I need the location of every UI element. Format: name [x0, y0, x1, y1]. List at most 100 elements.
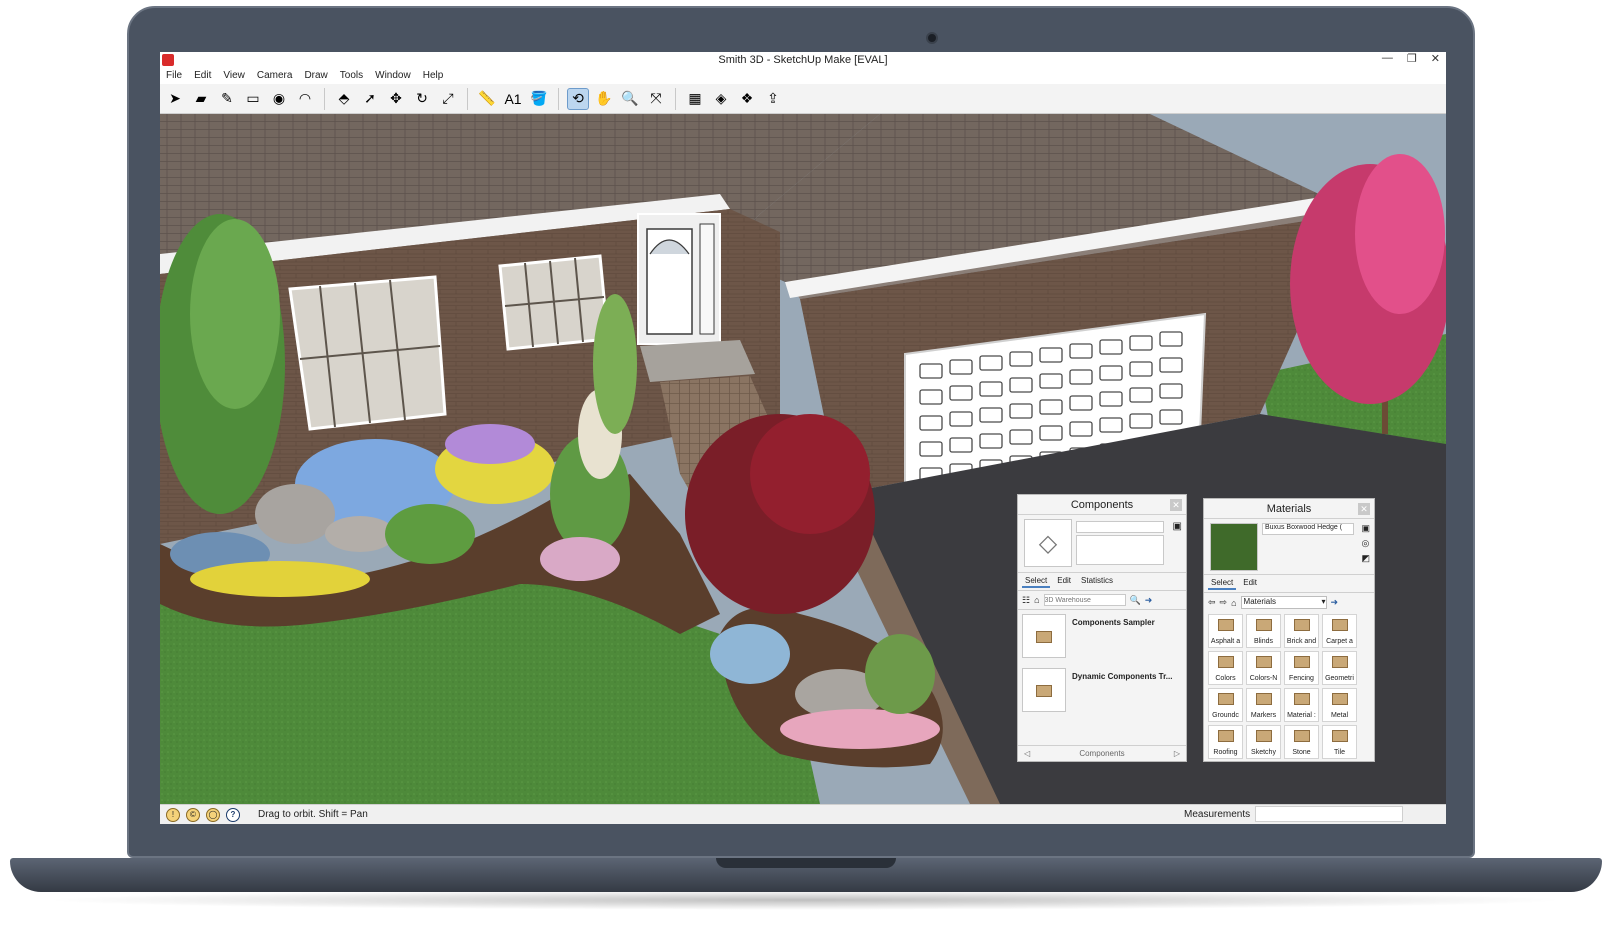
- forward-arrow-icon[interactable]: ⇨: [1220, 597, 1228, 608]
- back-arrow-icon[interactable]: ◁: [1024, 749, 1030, 758]
- components-icon[interactable]: ❖: [736, 88, 758, 110]
- sketchup-window: Smith 3D - SketchUp Make [EVAL] — ❐ ✕ Fi…: [160, 52, 1446, 824]
- component-preview-icon: ◇: [1024, 519, 1072, 567]
- send-to-layout-icon[interactable]: ⇪: [762, 88, 784, 110]
- folder-icon: [1217, 693, 1234, 705]
- material-folder[interactable]: Roofing: [1208, 725, 1243, 759]
- display-secondary-icon[interactable]: ▣: [1173, 521, 1182, 532]
- home-icon[interactable]: ⌂: [1034, 595, 1039, 605]
- rotate-tool[interactable]: ↻: [411, 88, 433, 110]
- tab-statistics[interactable]: Statistics: [1078, 575, 1116, 588]
- close-icon[interactable]: ✕: [1431, 52, 1440, 65]
- component-description-field[interactable]: [1076, 535, 1164, 565]
- menu-tools[interactable]: Tools: [340, 70, 363, 84]
- menu-view[interactable]: View: [223, 70, 245, 84]
- pencil-line-tool[interactable]: ✎: [216, 88, 238, 110]
- zoom-tool[interactable]: 🔍: [619, 88, 641, 110]
- status-hint: Drag to orbit. Shift = Pan: [258, 809, 368, 820]
- components-panel-title: Components: [1070, 498, 1134, 511]
- search-icon[interactable]: 🔍: [1130, 595, 1141, 606]
- material-swatch-preview: [1210, 523, 1258, 571]
- home-icon[interactable]: ⌂: [1231, 598, 1236, 608]
- tab-edit[interactable]: Edit: [1054, 575, 1074, 588]
- list-item[interactable]: Components Sampler: [1022, 614, 1182, 664]
- front-door: [637, 213, 721, 345]
- material-folder[interactable]: Brick and: [1284, 614, 1319, 648]
- warehouse-search-input[interactable]: [1043, 594, 1126, 606]
- tab-edit[interactable]: Edit: [1240, 577, 1260, 590]
- default-material-icon[interactable]: ◩: [1361, 553, 1370, 564]
- select-tool[interactable]: ➤: [164, 88, 186, 110]
- material-folder[interactable]: Tile: [1322, 725, 1357, 759]
- material-collection-select[interactable]: Materials ▾: [1240, 596, 1327, 609]
- material-folder[interactable]: Colors-N: [1246, 651, 1281, 685]
- folder-icon: [1217, 656, 1234, 668]
- menu-camera[interactable]: Camera: [257, 70, 293, 84]
- component-name-field[interactable]: [1076, 521, 1164, 533]
- move-tool[interactable]: ✥: [385, 88, 407, 110]
- folder-icon: [1022, 614, 1066, 658]
- folder-icon: [1293, 693, 1310, 705]
- follow-me-tool[interactable]: ➚: [359, 88, 381, 110]
- list-item[interactable]: Dynamic Components Tr...: [1022, 668, 1182, 718]
- view-options-icon[interactable]: ☷: [1022, 595, 1030, 606]
- circle-tool[interactable]: ◉: [268, 88, 290, 110]
- tape-measure-tool[interactable]: 📏: [476, 88, 498, 110]
- left-window: [288, 275, 447, 431]
- window-controls: — ❐ ✕: [1382, 52, 1440, 65]
- measurements-input[interactable]: [1255, 806, 1403, 822]
- scale-tool[interactable]: ⤢: [437, 88, 459, 110]
- menu-edit[interactable]: Edit: [194, 70, 211, 84]
- zoom-extents-tool[interactable]: ⤧: [645, 88, 667, 110]
- forward-arrow-icon[interactable]: ▷: [1174, 749, 1180, 758]
- material-folder[interactable]: Geometri: [1322, 651, 1357, 685]
- material-folder[interactable]: Stone: [1284, 725, 1319, 759]
- help-icon[interactable]: ?: [226, 807, 240, 822]
- restore-icon[interactable]: ❐: [1407, 52, 1417, 65]
- extension-warehouse-icon[interactable]: ◈: [710, 88, 732, 110]
- tab-select[interactable]: Select: [1208, 577, 1237, 590]
- menu-draw[interactable]: Draw: [304, 70, 327, 84]
- material-folder-label: Markers: [1250, 712, 1277, 719]
- minimize-icon[interactable]: —: [1382, 52, 1393, 65]
- paint-bucket-tool[interactable]: 🪣: [528, 88, 550, 110]
- arc-tool[interactable]: ◠: [294, 88, 316, 110]
- material-folder[interactable]: Carpet a: [1322, 614, 1357, 648]
- details-arrow-icon[interactable]: ➜: [1331, 597, 1339, 608]
- material-actions: ▣ ◎ ◩: [1361, 523, 1370, 564]
- material-folder[interactable]: Markers: [1246, 688, 1281, 722]
- menu-window[interactable]: Window: [375, 70, 411, 84]
- display-secondary-icon[interactable]: ▣: [1361, 523, 1370, 534]
- text-tool[interactable]: A1: [502, 88, 524, 110]
- account-icon[interactable]: ◯: [206, 807, 220, 822]
- close-icon[interactable]: ✕: [1170, 499, 1182, 511]
- create-material-icon[interactable]: ◎: [1361, 538, 1370, 549]
- tab-select[interactable]: Select: [1022, 575, 1051, 588]
- 3d-warehouse-icon[interactable]: ▦: [684, 88, 706, 110]
- rectangle-tool[interactable]: ▭: [242, 88, 264, 110]
- menu-help[interactable]: Help: [423, 70, 444, 84]
- folder-icon: [1293, 656, 1310, 668]
- material-folder[interactable]: Metal: [1322, 688, 1357, 722]
- menu-file[interactable]: File: [166, 70, 182, 84]
- material-folder[interactable]: Groundc: [1208, 688, 1243, 722]
- material-folder[interactable]: Sketchy: [1246, 725, 1281, 759]
- material-folder[interactable]: Colors: [1208, 651, 1243, 685]
- close-icon[interactable]: ✕: [1358, 503, 1370, 515]
- material-folder[interactable]: Fencing: [1284, 651, 1319, 685]
- chevron-down-icon: ▾: [1321, 597, 1326, 606]
- material-folder-label: Geometri: [1325, 675, 1354, 682]
- material-folder[interactable]: Asphalt a: [1208, 614, 1243, 648]
- geo-location-icon[interactable]: !: [166, 807, 180, 822]
- push-pull-tool[interactable]: ⬘: [333, 88, 355, 110]
- materials-grid: Asphalt a Blinds Brick and Carpet a Colors Co…: [1204, 612, 1374, 761]
- back-arrow-icon[interactable]: ⇦: [1208, 597, 1216, 608]
- credits-icon[interactable]: ©: [186, 807, 200, 822]
- material-name-field[interactable]: Buxus Boxwood Hedge (: [1262, 523, 1354, 535]
- material-folder[interactable]: Blinds: [1246, 614, 1281, 648]
- eraser-tool[interactable]: ▰: [190, 88, 212, 110]
- pan-tool[interactable]: ✋: [593, 88, 615, 110]
- material-folder[interactable]: Material :: [1284, 688, 1319, 722]
- orbit-tool[interactable]: ⟲: [567, 87, 589, 110]
- forward-arrow-icon[interactable]: ➜: [1145, 595, 1153, 606]
